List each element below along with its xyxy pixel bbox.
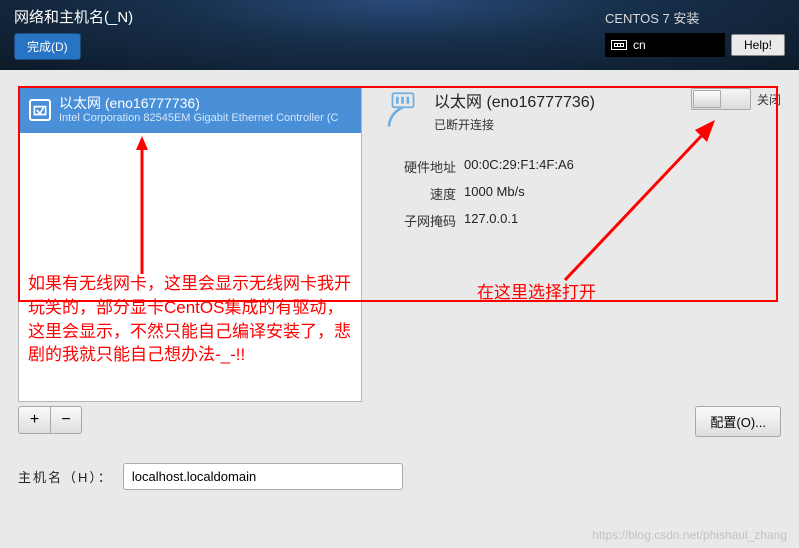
configure-button[interactable]: 配置(O)...	[695, 406, 781, 437]
hostname-input[interactable]	[123, 463, 403, 490]
hw-label: 硬件地址	[382, 157, 456, 176]
connection-toggle[interactable]	[691, 88, 751, 110]
speed-label: 速度	[382, 184, 456, 203]
network-list[interactable]: 以太网 (eno16777736) Intel Corporation 8254…	[18, 86, 362, 402]
network-item[interactable]: 以太网 (eno16777736) Intel Corporation 8254…	[19, 87, 361, 133]
network-sub: Intel Corporation 82545EM Gigabit Ethern…	[59, 112, 338, 125]
hw-value: 00:0C:29:F1:4F:A6	[464, 157, 574, 176]
detail-status: 已断开连接	[434, 116, 595, 133]
keyboard-icon	[611, 40, 627, 50]
help-button[interactable]: Help!	[731, 34, 785, 56]
remove-button[interactable]: −	[50, 406, 82, 434]
network-name: 以太网 (eno16777736)	[59, 95, 338, 112]
add-button[interactable]: +	[18, 406, 50, 434]
mask-label: 子网掩码	[382, 211, 456, 230]
detail-title: 以太网 (eno16777736)	[434, 88, 595, 112]
rj45-icon	[382, 88, 424, 130]
hostname-label: 主机名（H）：	[18, 467, 113, 486]
keyboard-layout: cn	[633, 38, 646, 52]
install-label: CENTOS 7 安装	[605, 8, 785, 27]
keyboard-indicator[interactable]: cn	[605, 33, 725, 57]
done-button[interactable]: 完成(D)	[14, 33, 81, 60]
toggle-label: 关闭	[757, 91, 781, 108]
watermark: https://blog.csdn.net/phishaul_zhang	[592, 528, 787, 542]
ethernet-icon	[29, 99, 51, 121]
speed-value: 1000 Mb/s	[464, 184, 525, 203]
toggle-knob	[693, 90, 721, 108]
mask-value: 127.0.0.1	[464, 211, 518, 230]
